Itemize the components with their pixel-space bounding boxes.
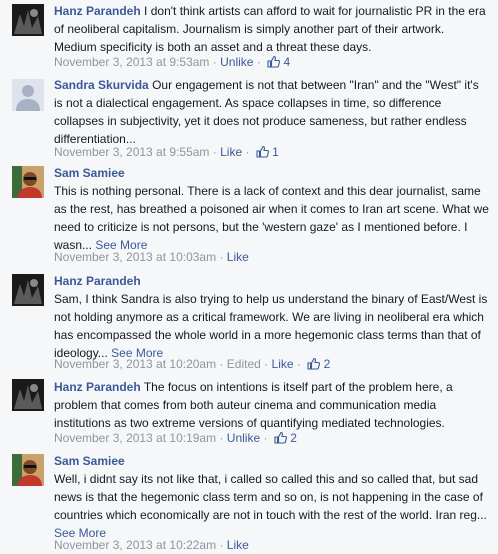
comment-author[interactable]: Hanz Parandeh	[54, 274, 141, 288]
comment-author[interactable]: Sam Samiee	[54, 454, 125, 468]
comment-meta: November 3, 2013 at 9:55am · Like · 1	[54, 145, 279, 159]
unlike-button[interactable]: Unlike	[227, 431, 260, 445]
comment-meta: November 3, 2013 at 10:03am · Like	[54, 250, 249, 264]
comment-timestamp[interactable]: November 3, 2013 at 9:55am	[54, 145, 209, 159]
edited-label[interactable]: Edited	[227, 357, 261, 371]
like-button[interactable]: Like	[227, 538, 249, 552]
avatar[interactable]	[12, 454, 44, 486]
like-count[interactable]: 1	[272, 145, 279, 159]
comment-timestamp[interactable]: November 3, 2013 at 9:53am	[54, 55, 209, 69]
comment-meta: November 3, 2013 at 10:20am · Edited · L…	[54, 357, 331, 371]
thumbs-up-icon[interactable]	[256, 145, 269, 158]
comment-timestamp[interactable]: November 3, 2013 at 10:22am	[54, 538, 216, 552]
avatar[interactable]	[12, 79, 44, 111]
avatar[interactable]	[12, 379, 44, 411]
like-count[interactable]: 2	[290, 431, 297, 445]
like-count[interactable]: 4	[284, 55, 291, 69]
like-count[interactable]: 2	[324, 357, 331, 371]
comment-body: Hanz Parandeh Sam, I think Sandra is als…	[54, 272, 490, 362]
thumbs-up-icon[interactable]	[274, 431, 287, 444]
thumbs-up-icon[interactable]	[307, 357, 321, 370]
comment-body: Hanz Parandeh The focus on intentions is…	[54, 378, 490, 432]
comment-meta: November 3, 2013 at 9:53am · Unlike · 4	[54, 55, 291, 69]
comment-author[interactable]: Hanz Parandeh	[54, 4, 141, 18]
comment-meta: November 3, 2013 at 10:22am · Like	[54, 538, 249, 552]
comment-body: Sam Samiee This is nothing personal. The…	[54, 164, 490, 254]
unlike-button[interactable]: Unlike	[220, 55, 253, 69]
comment-author[interactable]: Hanz Parandeh	[54, 380, 141, 394]
comment-body: Hanz Parandeh I don't think artists can …	[54, 2, 490, 56]
comment-timestamp[interactable]: November 3, 2013 at 10:20am	[54, 357, 216, 371]
avatar[interactable]	[12, 166, 44, 198]
comment-body: Sam Samiee Well, i didnt say its not lik…	[54, 452, 490, 542]
comment-author[interactable]: Sam Samiee	[54, 166, 125, 180]
like-button[interactable]: Like	[220, 145, 242, 159]
comment-text: Well, i didnt say its not like that, i c…	[54, 472, 487, 522]
thumbs-up-icon[interactable]	[267, 55, 281, 68]
like-button[interactable]: Like	[227, 250, 249, 264]
avatar[interactable]	[12, 4, 44, 36]
comment-body: Sandra Skurvida Our engagement is not th…	[54, 76, 490, 148]
avatar[interactable]	[12, 274, 44, 306]
comment-author[interactable]: Sandra Skurvida	[54, 78, 149, 92]
comment-timestamp[interactable]: November 3, 2013 at 10:03am	[54, 250, 216, 264]
comment-timestamp[interactable]: November 3, 2013 at 10:19am	[54, 431, 216, 445]
like-button[interactable]: Like	[272, 357, 294, 371]
comment-meta: November 3, 2013 at 10:19am · Unlike · 2	[54, 431, 297, 445]
